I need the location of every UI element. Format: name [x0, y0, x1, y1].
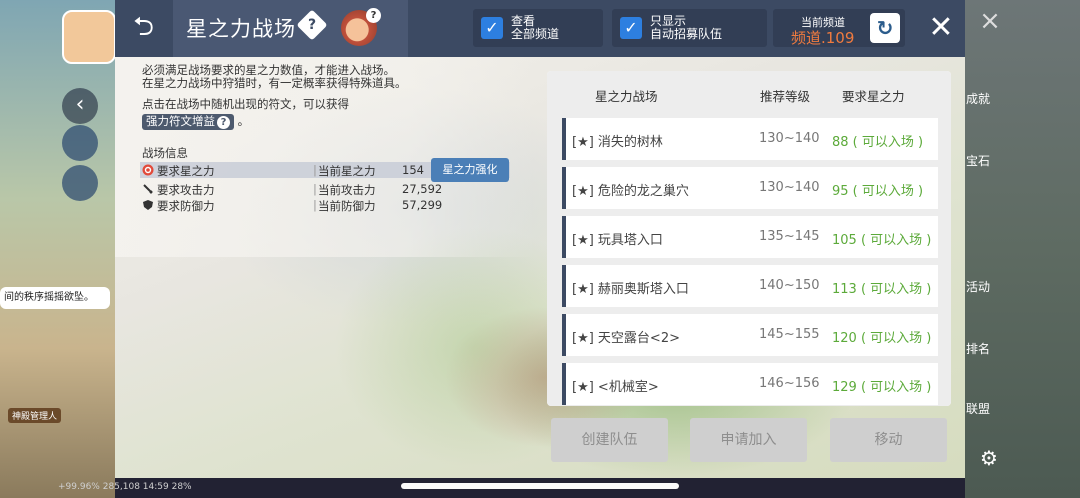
stat-separator: |	[313, 182, 317, 196]
col-header-star-force: 要求星之力	[842, 89, 905, 104]
auto-recruit-only-label: 只显示 自动招募队伍	[650, 14, 723, 41]
battlefield-info-text: 必须满足战场要求的星之力数值，才能进入战场。 在星之力战场中狩猎时，有一定概率获…	[142, 64, 407, 130]
create-party-button[interactable]: 创建队伍	[551, 418, 668, 462]
col-header-level: 推荐等级	[760, 89, 811, 104]
recommended-level: 130~140	[759, 180, 820, 195]
recommended-level: 135~145	[759, 229, 820, 244]
info-line-3: 点击在战场中随机出现的符文，可以获得	[142, 97, 349, 111]
required-star-force: 120 ( 可以入场 )	[832, 331, 932, 346]
move-button[interactable]: 移动	[830, 418, 947, 462]
checkbox-checked-icon[interactable]: ✓	[620, 17, 642, 39]
page-title: 星之力战场	[186, 17, 296, 41]
shield-icon	[143, 200, 153, 210]
npc-name-label: 神殿管理人	[8, 408, 62, 423]
battlefield-name: [★] 玩具塔入口	[572, 233, 663, 248]
recommended-level: 140~150	[759, 278, 820, 293]
help-icon[interactable]: ?	[217, 116, 230, 129]
title-box: 星之力战场 ? ?	[173, 0, 408, 57]
list-item[interactable]: [★] 消失的树林 130~140 88 ( 可以入场 )	[562, 118, 938, 160]
battlefield-list[interactable]: [★] 消失的树林 130~140 88 ( 可以入场 ) [★] 危险的龙之巢…	[547, 115, 951, 406]
npc-speech-bubble: 间的秩序摇摇欲坠。	[0, 287, 110, 309]
info-line-2: 在星之力战场中狩猎时，有一定概率获得特殊道具。	[142, 76, 407, 90]
stat-name: 要求星之力	[157, 164, 215, 178]
side-label-achievement[interactable]: 成就	[966, 90, 990, 107]
star-force-icon	[142, 164, 154, 176]
side-label-ranking[interactable]: 排名	[966, 340, 990, 357]
recommended-level: 130~140	[759, 131, 820, 146]
required-star-force: 105 ( 可以入场 )	[832, 233, 932, 248]
stat-name: 要求攻击力	[157, 183, 215, 197]
close-icon[interactable]: ✕	[923, 8, 959, 48]
list-header: 星之力战场 推荐等级 要求星之力	[547, 71, 951, 115]
sword-icon	[143, 184, 153, 194]
battlefield-name: [★] 危险的龙之巢穴	[572, 184, 689, 199]
side-label-event[interactable]: 活动	[966, 278, 990, 295]
chevron-left-icon[interactable]: ‹	[62, 88, 98, 124]
stat-current-value: 154	[402, 163, 424, 177]
home-indicator[interactable]	[401, 483, 679, 489]
view-all-channels-toggle[interactable]: ✓ 查看 全部频道	[473, 9, 603, 47]
refresh-icon[interactable]: ↻	[870, 13, 900, 43]
required-star-force: 95 ( 可以入场 )	[832, 184, 924, 199]
star-force-battlefield-dialog: ⮌ 星之力战场 ? ? ✓ 查看 全部频道 ✓ 只显示 自动招募队伍 当前频道 …	[115, 0, 965, 478]
list-item[interactable]: [★] <机械室> 146~156 129 ( 可以入场 )	[562, 363, 938, 405]
stat-current-label: 当前攻击力	[318, 183, 376, 197]
list-item[interactable]: [★] 天空露台<2> 145~155 120 ( 可以入场 )	[562, 314, 938, 356]
rune-boost-tag[interactable]: 强力符文增益?	[142, 114, 234, 130]
stat-current-value: 57,299	[402, 198, 443, 212]
section-title: 战场信息	[142, 146, 188, 160]
current-channel-value: 频道.109	[791, 29, 855, 47]
stat-row-attack: 要求攻击力 | 当前攻击力 27,592	[140, 181, 510, 197]
status-bar-text: +99.96% 285,108 14:59 28%	[58, 482, 192, 492]
battlefield-list-panel: 星之力战场 推荐等级 要求星之力 [★] 消失的树林 130~140 88 ( …	[547, 71, 951, 406]
player-avatar[interactable]	[62, 10, 116, 64]
question-badge: ?	[366, 8, 381, 23]
stat-separator: |	[313, 198, 317, 212]
required-star-force: 113 ( 可以入场 )	[832, 282, 932, 297]
battlefield-name: [★] 消失的树林	[572, 135, 663, 150]
settings-gear-icon[interactable]: ⚙	[980, 446, 998, 470]
list-item[interactable]: [★] 赫丽奥斯塔入口 140~150 113 ( 可以入场 )	[562, 265, 938, 307]
apply-join-button[interactable]: 申请加入	[690, 418, 807, 462]
stat-row-defense: 要求防御力 | 当前防御力 57,299	[140, 197, 510, 213]
recommended-level: 146~156	[759, 376, 820, 391]
current-channel-box: 当前频道 频道.109 ↻	[773, 9, 905, 47]
auto-recruit-only-toggle[interactable]: ✓ 只显示 自动招募队伍	[612, 9, 767, 47]
stat-current-label: 当前星之力	[318, 164, 376, 178]
handshake-icon[interactable]	[62, 165, 98, 201]
battlefield-name: [★] <机械室>	[572, 380, 659, 395]
battlefield-name: [★] 赫丽奥斯塔入口	[572, 282, 689, 297]
checkbox-checked-icon[interactable]: ✓	[481, 17, 503, 39]
stat-name: 要求防御力	[157, 199, 215, 213]
list-item[interactable]: [★] 玩具塔入口 135~145 105 ( 可以入场 )	[562, 216, 938, 258]
list-item[interactable]: [★] 危险的龙之巢穴 130~140 95 ( 可以入场 )	[562, 167, 938, 209]
quest-icon[interactable]	[62, 125, 98, 161]
side-label-union[interactable]: 联盟	[966, 400, 990, 417]
diamond-help-icon[interactable]: ?	[296, 9, 328, 41]
game-background-left	[0, 0, 115, 498]
dialog-header: ⮌ 星之力战场 ? ? ✓ 查看 全部频道 ✓ 只显示 自动招募队伍 当前频道 …	[115, 0, 965, 57]
back-arrow-icon[interactable]: ⮌	[115, 0, 172, 57]
battlefield-name: [★] 天空露台<2>	[572, 331, 680, 346]
info-suffix: 。	[234, 114, 250, 128]
background-close-icon: ×	[979, 6, 1001, 36]
game-background-right	[965, 0, 1080, 498]
star-force-boost-button[interactable]: 星之力强化	[431, 158, 509, 182]
stat-current-label: 当前防御力	[318, 199, 376, 213]
col-header-battlefield: 星之力战场	[595, 89, 658, 104]
stat-current-value: 27,592	[402, 182, 443, 196]
side-label-gem[interactable]: 宝石	[966, 152, 990, 169]
stat-separator: |	[313, 163, 317, 177]
required-star-force: 88 ( 可以入场 )	[832, 135, 924, 150]
view-all-channels-label: 查看 全部频道	[511, 14, 560, 41]
required-star-force: 129 ( 可以入场 )	[832, 380, 932, 395]
recommended-level: 145~155	[759, 327, 820, 342]
